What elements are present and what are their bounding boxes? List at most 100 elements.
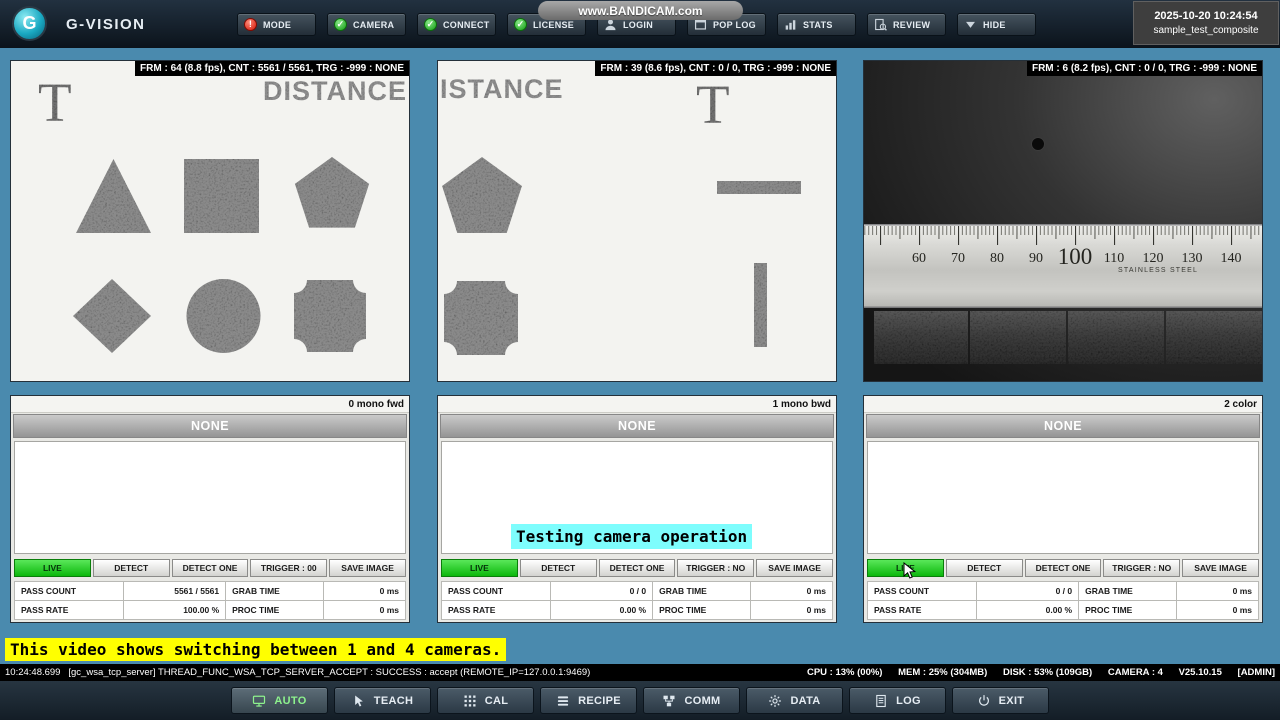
datetime-recipe-box: 2025-10-20 10:24:54 sample_test_composit… <box>1133 1 1279 45</box>
pass-rate-value: 100.00 % <box>123 600 227 620</box>
logo-letter: G <box>22 13 37 33</box>
license-ok-icon: ✓ <box>514 18 527 31</box>
recipe-button[interactable]: RECIPE <box>540 687 637 714</box>
hide-button[interactable]: HIDE <box>957 13 1036 36</box>
comm-label: COMM <box>684 694 721 707</box>
detect-one-button-0[interactable]: DETECT ONE <box>171 559 249 577</box>
power-icon <box>978 694 989 706</box>
camera-image-2: 60 70 80 90 100 110 120 130 140 STAINLES… <box>864 61 1262 381</box>
teach-button[interactable]: TEACH <box>334 687 431 714</box>
pass-count-value: 5561 / 5561 <box>123 581 227 601</box>
recipe-name-text: sample_test_composite <box>1153 25 1259 36</box>
ruler-number: 90 <box>1029 251 1043 266</box>
status-bar: 10:24:48.699 [gc_wsa_tcp_server] THREAD_… <box>0 664 1280 681</box>
proc-time-label: PROC TIME <box>652 600 751 620</box>
annotation-caption: This video shows switching between 1 and… <box>5 638 507 661</box>
camera-count-stat: CAMERA : 4 <box>1107 667 1163 678</box>
detect-one-button-1[interactable]: DETECT ONE <box>598 559 676 577</box>
frame-info-1: FRM : 39 (8.6 fps), CNT : 0 / 0, TRG : -… <box>595 61 836 76</box>
comm-button[interactable]: COMM <box>643 687 740 714</box>
pass-rate-label: PASS RATE <box>440 600 552 620</box>
pass-count-label: PASS COUNT <box>866 581 978 601</box>
notched-square-shape <box>294 280 366 352</box>
detect-button-0[interactable]: DETECT <box>92 559 170 577</box>
result-panel-0: 0 mono fwd NONE LIVE DETECT DETECT ONE T… <box>10 395 410 623</box>
mouse-cursor <box>903 561 919 585</box>
stats-table-0: PASS COUNT 5561 / 5561 GRAB TIME 0 ms PA… <box>13 581 407 620</box>
trigger-button-2[interactable]: TRIGGER : NO <box>1103 559 1181 577</box>
stats-table-1: PASS COUNT 0 / 0 GRAB TIME 0 ms PASS RAT… <box>440 581 834 620</box>
license-label: LICENSE <box>533 19 575 30</box>
user-role-text: [ADMIN] <box>1237 667 1275 678</box>
disk-stat: DISK : 53% (109GB) <box>1002 667 1093 678</box>
camera-controls-2: LIVE DETECT DETECT ONE TRIGGER : NO SAVE… <box>867 559 1259 577</box>
grab-time-label: GRAB TIME <box>652 581 751 601</box>
grab-time-label: GRAB TIME <box>225 581 324 601</box>
bar-chart-icon <box>785 20 796 30</box>
cal-button[interactable]: CAL <box>437 687 534 714</box>
frame-info-0: FRM : 64 (8.8 fps), CNT : 5561 / 5561, T… <box>135 61 409 76</box>
result-panel-2: 2 color NONE LIVE DETECT DETECT ONE TRIG… <box>863 395 1263 623</box>
log-label: LOG <box>896 694 921 707</box>
mem-stat: MEM : 25% (304MB) <box>898 667 988 678</box>
ruler-number-100: 100 <box>1058 244 1093 269</box>
live-button-0[interactable]: LIVE <box>14 559 91 577</box>
teach-label: TEACH <box>373 694 414 707</box>
app-logo: G <box>12 6 47 41</box>
pass-count-label: PASS COUNT <box>440 581 552 601</box>
mode-status-icon: ! <box>244 18 257 31</box>
camera-controls-0: LIVE DETECT DETECT ONE TRIGGER : 00 SAVE… <box>14 559 406 577</box>
result-list-2 <box>867 441 1259 554</box>
camera-view-1: ISTANCE T FRM : 39 (8.6 fps), CNT : 0 / … <box>437 60 837 382</box>
save-image-button-1[interactable]: SAVE IMAGE <box>756 559 833 577</box>
g-vision-app: G G-VISION ! MODE ✓ CAMERA ✓ CONNECT ✓ L… <box>0 0 1280 720</box>
ruler-number: 130 <box>1182 251 1203 266</box>
result-status-2: NONE <box>866 414 1260 438</box>
trigger-button-0[interactable]: TRIGGER : 00 <box>250 559 328 577</box>
live-button-1[interactable]: LIVE <box>441 559 518 577</box>
result-status-1: NONE <box>440 414 834 438</box>
material-strip <box>874 311 1262 364</box>
stats-button[interactable]: STATS <box>777 13 856 36</box>
result-list-0 <box>14 441 406 554</box>
connect-ok-icon: ✓ <box>424 18 437 31</box>
version-text: V25.10.15 <box>1178 667 1222 678</box>
save-image-button-0[interactable]: SAVE IMAGE <box>329 559 406 577</box>
annotation-note: Testing camera operation <box>511 524 753 549</box>
ruler-number: 70 <box>951 251 965 266</box>
detect-one-button-2[interactable]: DETECT ONE <box>1024 559 1102 577</box>
detect-button-1[interactable]: DETECT <box>519 559 597 577</box>
horizontal-bar-shape <box>717 181 801 194</box>
frame-info-2: FRM : 6 (8.2 fps), CNT : 0 / 0, TRG : -9… <box>1026 61 1262 76</box>
recipe-list-icon <box>557 695 569 706</box>
save-image-button-2[interactable]: SAVE IMAGE <box>1182 559 1259 577</box>
login-label: LOGIN <box>623 19 653 30</box>
grab-time-value: 0 ms <box>1175 581 1260 601</box>
app-title: G-VISION <box>66 15 146 33</box>
cal-grid-icon <box>464 694 476 707</box>
camera-view-0: T DISTANCE FRM : 64 (8.8 fps), CNT : 556… <box>10 60 410 382</box>
channel-label-1: 1 mono bwd <box>438 396 836 413</box>
pop-log-label: POP LOG <box>713 19 756 30</box>
proc-time-value: 0 ms <box>749 600 834 620</box>
ruler-number: 80 <box>990 251 1004 266</box>
pass-rate-value: 0.00 % <box>976 600 1080 620</box>
mode-button[interactable]: ! MODE <box>237 13 316 36</box>
trigger-button-1[interactable]: TRIGGER : NO <box>677 559 755 577</box>
camera-image-1: ISTANCE T <box>438 61 836 381</box>
log-message: 10:24:48.699 [gc_wsa_tcp_server] THREAD_… <box>5 667 591 678</box>
proc-time-value: 0 ms <box>1175 600 1260 620</box>
review-button[interactable]: REVIEW <box>867 13 946 36</box>
auto-button[interactable]: AUTO <box>231 687 328 714</box>
auto-label: AUTO <box>274 694 307 707</box>
detect-button-2[interactable]: DETECT <box>945 559 1023 577</box>
data-button[interactable]: DATA <box>746 687 843 714</box>
grab-time-value: 0 ms <box>322 581 407 601</box>
camera-button[interactable]: ✓ CAMERA <box>327 13 406 36</box>
review-label: REVIEW <box>893 19 931 30</box>
connect-button[interactable]: ✓ CONNECT <box>417 13 496 36</box>
proc-time-label: PROC TIME <box>225 600 324 620</box>
exit-button[interactable]: EXIT <box>952 687 1049 714</box>
result-status-0: NONE <box>13 414 407 438</box>
log-button[interactable]: LOG <box>849 687 946 714</box>
